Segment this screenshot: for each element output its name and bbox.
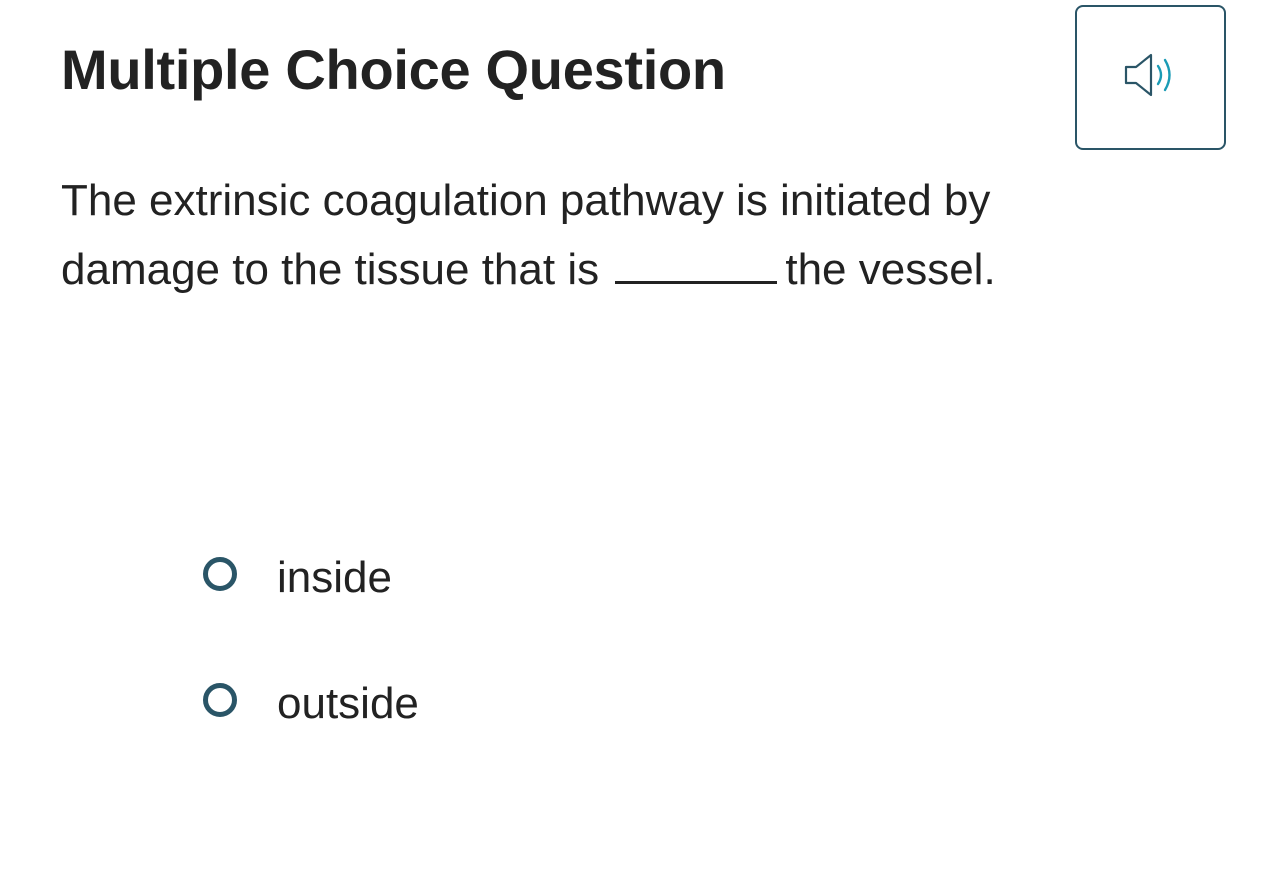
radio-button[interactable] xyxy=(203,683,237,717)
option-outside[interactable]: outside xyxy=(203,674,419,734)
option-inside[interactable]: inside xyxy=(203,548,419,608)
answer-blank xyxy=(615,243,778,284)
page-title: Multiple Choice Question xyxy=(61,38,726,101)
answer-options: inside outside xyxy=(203,548,419,800)
question-text: The extrinsic coagulation pathway is ini… xyxy=(61,166,1081,304)
question-text-after: the vessel. xyxy=(785,245,996,294)
question-page: Multiple Choice Question The extrinsic c… xyxy=(0,0,1284,872)
read-aloud-button[interactable] xyxy=(1075,5,1226,150)
radio-button[interactable] xyxy=(203,557,237,591)
speaker-icon xyxy=(1124,52,1178,103)
option-label: outside xyxy=(277,679,419,728)
option-label: inside xyxy=(277,553,392,602)
